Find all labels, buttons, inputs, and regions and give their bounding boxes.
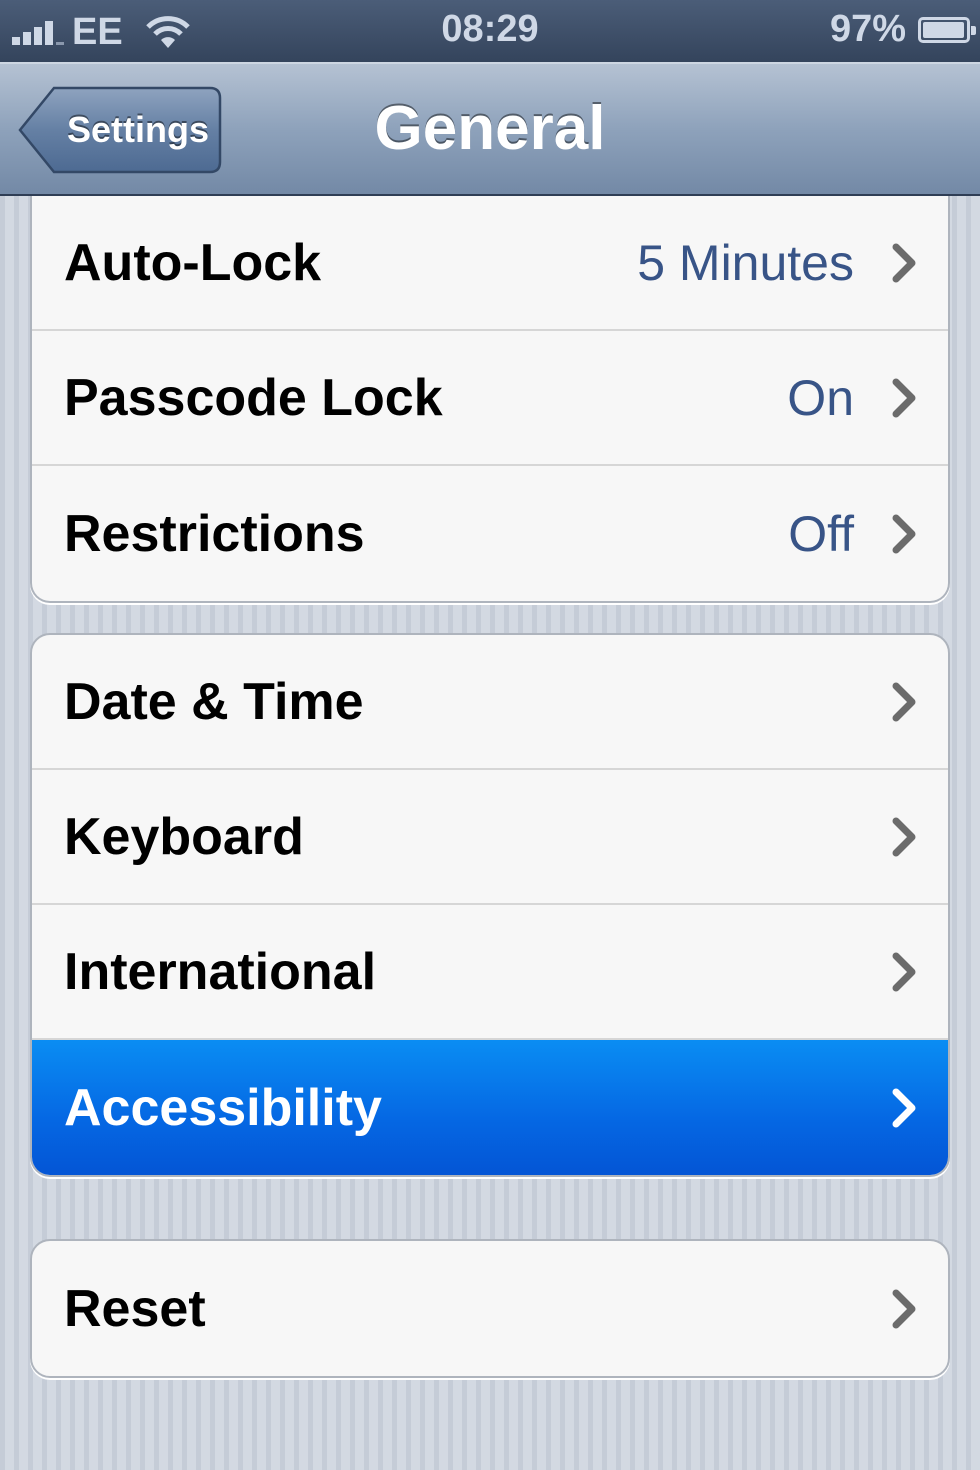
- battery-icon: [918, 16, 976, 43]
- row-passcode-lock[interactable]: Passcode Lock On: [32, 331, 948, 466]
- row-accessibility[interactable]: Accessibility: [32, 1040, 948, 1175]
- chevron-right-icon: [892, 952, 916, 991]
- row-keyboard[interactable]: Keyboard: [32, 770, 948, 905]
- row-label: International: [64, 942, 377, 1001]
- settings-group-general: Date & Time Keyboard International Acces…: [30, 633, 950, 1177]
- row-label: Date & Time: [64, 672, 364, 731]
- row-international[interactable]: International: [32, 905, 948, 1040]
- row-label: Keyboard: [64, 807, 304, 866]
- row-label: Accessibility: [64, 1078, 382, 1137]
- settings-group-security: Auto-Lock 5 Minutes Passcode Lock On Res…: [30, 196, 950, 603]
- chevron-right-icon: [892, 817, 916, 856]
- row-label: Reset: [64, 1279, 206, 1338]
- chevron-right-icon: [892, 378, 916, 417]
- navigation-bar: General Settings: [0, 62, 980, 196]
- chevron-right-icon: [892, 682, 916, 721]
- row-value: Off: [788, 505, 854, 562]
- status-bar: EE 08:29 97%: [0, 0, 980, 62]
- row-auto-lock[interactable]: Auto-Lock 5 Minutes: [32, 196, 948, 331]
- row-reset[interactable]: Reset: [32, 1241, 948, 1376]
- row-restrictions[interactable]: Restrictions Off: [32, 466, 948, 601]
- chevron-right-icon: [892, 514, 916, 553]
- row-label: Auto-Lock: [64, 233, 322, 292]
- row-value: 5 Minutes: [637, 234, 854, 291]
- row-date-time[interactable]: Date & Time: [32, 635, 948, 770]
- status-right: 97%: [829, 8, 976, 51]
- row-value: On: [787, 369, 854, 426]
- back-button-label: Settings: [66, 109, 209, 150]
- settings-group-reset: Reset: [30, 1239, 950, 1378]
- back-button[interactable]: Settings: [18, 86, 222, 174]
- chevron-right-icon: [892, 1289, 916, 1328]
- chevron-right-icon: [892, 1088, 916, 1127]
- row-label: Restrictions: [64, 504, 365, 563]
- chevron-right-icon: [892, 243, 916, 282]
- battery-percent: 97%: [829, 8, 906, 50]
- row-label: Passcode Lock: [64, 368, 443, 427]
